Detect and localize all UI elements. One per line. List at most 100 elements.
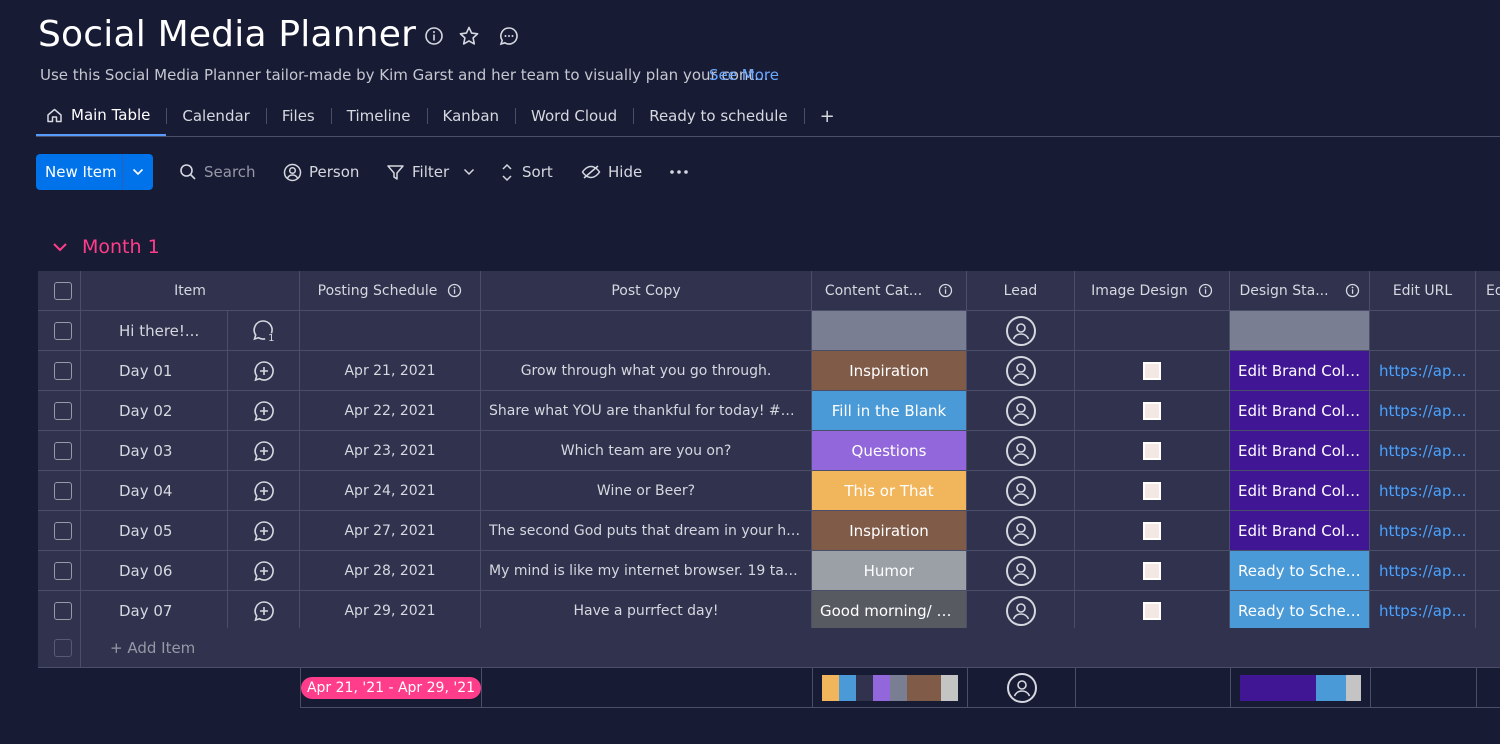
edit-url-link[interactable]: https://app...	[1370, 391, 1476, 430]
item-name-cell[interactable]: Day 02	[81, 391, 228, 430]
updates-cell[interactable]: 1	[228, 311, 300, 350]
item-name-cell[interactable]: Day 04	[81, 471, 228, 510]
chevron-down-icon[interactable]	[52, 242, 68, 252]
image-thumbnail[interactable]	[1143, 601, 1161, 620]
see-more-link[interactable]: See More	[709, 66, 779, 84]
image-design-cell[interactable]	[1075, 391, 1230, 430]
post-copy-cell[interactable]: Share what YOU are thankful for today! #…	[481, 391, 812, 430]
add-update-icon[interactable]	[252, 439, 276, 463]
star-icon[interactable]	[458, 25, 480, 47]
person-avatar-icon[interactable]	[1005, 355, 1036, 386]
hide-button[interactable]: Hide	[581, 154, 642, 190]
lead-cell[interactable]	[967, 471, 1075, 510]
content-category-status[interactable]: Good morning/ g...	[812, 591, 967, 630]
content-category-status[interactable]: Inspiration	[812, 511, 967, 550]
person-avatar-icon[interactable]	[1005, 315, 1036, 346]
row-checkbox[interactable]	[53, 561, 72, 580]
lead-cell[interactable]	[967, 511, 1075, 550]
group-header[interactable]: Month 1	[52, 236, 160, 258]
design-status[interactable]: Edit Brand Colors	[1230, 391, 1370, 430]
row-checkbox[interactable]	[53, 481, 72, 500]
add-view-button[interactable]: +	[803, 96, 851, 136]
updates-cell[interactable]	[228, 431, 300, 470]
column-header-content-category[interactable]: Content Cat...	[812, 271, 967, 310]
person-avatar-icon[interactable]	[1005, 435, 1036, 466]
row-checkbox[interactable]	[53, 441, 72, 460]
edit-url-link[interactable]: https://app...	[1370, 471, 1476, 510]
item-name-cell[interactable]: Hi there!...	[81, 311, 228, 350]
chat-icon[interactable]	[498, 25, 520, 47]
chevron-down-icon[interactable]	[123, 168, 153, 176]
image-thumbnail[interactable]	[1143, 521, 1161, 540]
column-header-truncated[interactable]: Ed	[1476, 271, 1500, 310]
new-item-button[interactable]: New Item	[36, 154, 153, 190]
design-status[interactable]: Ready to Sched...	[1230, 591, 1370, 630]
image-thumbnail[interactable]	[1143, 401, 1161, 420]
image-design-cell[interactable]	[1075, 351, 1230, 390]
content-category-status[interactable]: Questions	[812, 431, 967, 470]
add-update-icon[interactable]	[252, 559, 276, 583]
tab-kanban[interactable]: Kanban	[426, 96, 516, 136]
lead-cell[interactable]	[967, 551, 1075, 590]
chevron-down-icon[interactable]	[463, 168, 475, 176]
column-header-item[interactable]: Item	[81, 271, 300, 310]
updates-icon[interactable]: 1	[251, 318, 277, 344]
add-update-icon[interactable]	[252, 479, 276, 503]
column-header-post-copy[interactable]: Post Copy	[481, 271, 812, 310]
image-design-cell[interactable]	[1075, 511, 1230, 550]
add-update-icon[interactable]	[252, 359, 276, 383]
column-header-image-design[interactable]: Image Design	[1075, 271, 1230, 310]
column-header-posting-schedule[interactable]: Posting Schedule	[300, 271, 481, 310]
lead-cell[interactable]	[967, 591, 1075, 630]
edit-url-link[interactable]: https://app...	[1370, 551, 1476, 590]
lead-cell[interactable]	[967, 391, 1075, 430]
content-category-status[interactable]: Fill in the Blank	[812, 391, 967, 430]
filter-button[interactable]: Filter	[386, 154, 482, 190]
row-checkbox[interactable]	[53, 601, 72, 620]
tab-calendar[interactable]: Calendar	[166, 96, 265, 136]
image-thumbnail[interactable]	[1143, 441, 1161, 460]
info-icon[interactable]	[1198, 283, 1213, 298]
board-title[interactable]: Social Media Planner	[38, 14, 416, 55]
add-update-icon[interactable]	[252, 399, 276, 423]
updates-cell[interactable]	[228, 551, 300, 590]
posting-date-cell[interactable]: Apr 23, 2021	[300, 431, 481, 470]
more-options-icon[interactable]	[669, 154, 696, 190]
edit-url-link[interactable]: https://app...	[1370, 351, 1476, 390]
person-avatar-icon[interactable]	[1005, 555, 1036, 586]
image-design-cell[interactable]	[1075, 551, 1230, 590]
design-status[interactable]	[1230, 311, 1370, 350]
tab-files[interactable]: Files	[265, 96, 331, 136]
lead-cell[interactable]	[967, 431, 1075, 470]
lead-cell[interactable]	[967, 351, 1075, 390]
column-header-edit-url[interactable]: Edit URL	[1370, 271, 1476, 310]
group-title[interactable]: Month 1	[82, 236, 160, 258]
content-category-status[interactable]: Humor	[812, 551, 967, 590]
person-avatar-icon[interactable]	[1005, 595, 1036, 626]
add-update-icon[interactable]	[252, 599, 276, 623]
info-icon[interactable]	[938, 283, 953, 298]
item-name-cell[interactable]: Day 06	[81, 551, 228, 590]
post-copy-cell[interactable]: My mind is like my internet browser. 19 …	[481, 551, 812, 590]
add-item-input[interactable]: + Add Item	[81, 628, 1500, 667]
person-avatar-icon[interactable]	[1005, 515, 1036, 546]
table-row[interactable]: Hi there!... 1	[38, 311, 1500, 351]
add-update-icon[interactable]	[252, 519, 276, 543]
item-name-cell[interactable]: Day 07	[81, 591, 228, 630]
edit-url-link[interactable]	[1370, 311, 1476, 350]
updates-cell[interactable]	[228, 511, 300, 550]
edit-url-link[interactable]: https://app...	[1370, 591, 1476, 630]
updates-cell[interactable]	[228, 471, 300, 510]
image-design-cell[interactable]	[1075, 471, 1230, 510]
row-checkbox[interactable]	[53, 361, 72, 380]
posting-date-cell[interactable]: Apr 24, 2021	[300, 471, 481, 510]
design-status[interactable]: Ready to Sched...	[1230, 551, 1370, 590]
image-thumbnail[interactable]	[1143, 481, 1161, 500]
tab-main-table[interactable]: Main Table	[36, 96, 167, 136]
info-icon[interactable]	[1345, 283, 1360, 298]
table-row[interactable]: Day 04 Apr 24, 2021 Wine or Beer? This or T…	[38, 471, 1500, 511]
post-copy-cell[interactable]: Wine or Beer?	[481, 471, 812, 510]
content-category-status[interactable]: This or That	[812, 471, 967, 510]
image-design-cell[interactable]	[1075, 431, 1230, 470]
tab-timeline[interactable]: Timeline	[330, 96, 427, 136]
